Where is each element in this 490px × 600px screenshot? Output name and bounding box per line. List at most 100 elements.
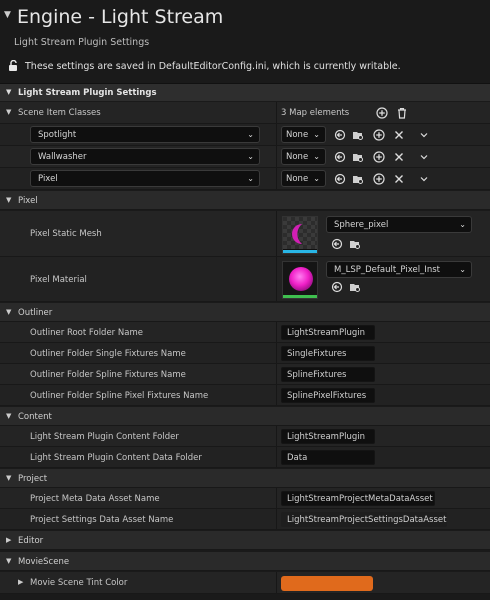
clear-icon[interactable] xyxy=(393,129,405,141)
content-data-folder-row: Light Stream Plugin Content Data Folder … xyxy=(0,447,490,468)
movie-scene-tint-row: ▶ Movie Scene Tint Color xyxy=(0,572,490,594)
combo-value: None xyxy=(286,152,309,162)
key-combo[interactable]: Spotlight ⌄ xyxy=(30,126,260,143)
chevron-down-icon: ⌄ xyxy=(459,265,466,274)
text-field[interactable]: SingleFixtures xyxy=(281,346,375,361)
category-editor[interactable]: ▶ Editor xyxy=(0,531,490,550)
category-label: Content xyxy=(18,412,52,422)
plus-circle-icon[interactable] xyxy=(373,151,385,163)
clear-icon[interactable] xyxy=(393,173,405,185)
unlocked-icon xyxy=(8,59,20,71)
text-field[interactable]: LightStreamProjectSettingsDataAsset xyxy=(281,512,447,527)
text-field[interactable]: SplineFixtures xyxy=(281,367,375,382)
combo-value: Sphere_pixel xyxy=(334,220,389,230)
category-label: Outliner xyxy=(18,308,53,318)
chevron-right-icon[interactable]: ▶ xyxy=(6,536,11,544)
use-selected-icon[interactable] xyxy=(331,281,343,293)
combo-value: None xyxy=(286,174,309,184)
text-field[interactable]: LightStreamProjectMetaDataAsset xyxy=(281,491,435,506)
project-settings-row: Project Settings Data Asset Name LightSt… xyxy=(0,509,490,530)
property-label: Outliner Folder Spline Fixtures Name xyxy=(30,370,186,380)
clear-icon[interactable] xyxy=(393,151,405,163)
category-project[interactable]: ▼ Project xyxy=(0,469,490,488)
property-label: Movie Scene Tint Color xyxy=(30,578,128,588)
chevron-down-icon: ⌄ xyxy=(459,220,466,229)
outliner-single-row: Outliner Folder Single Fixtures Name Sin… xyxy=(0,343,490,364)
chevron-down-icon: ⌄ xyxy=(313,152,320,161)
category-outliner[interactable]: ▼ Outliner xyxy=(0,303,490,322)
map-entry-1: Wallwasher ⌄ None ⌄ xyxy=(0,146,490,168)
property-label: Outliner Folder Single Fixtures Name xyxy=(30,349,186,359)
value-combo[interactable]: None ⌄ xyxy=(281,126,326,143)
category-label: MovieScene xyxy=(18,557,70,567)
chevron-down-icon[interactable]: ▼ xyxy=(6,557,11,565)
category-content[interactable]: ▼ Content xyxy=(0,407,490,426)
map-entry-0: Spotlight ⌄ None ⌄ xyxy=(0,124,490,146)
plus-circle-icon[interactable] xyxy=(373,173,385,185)
use-selected-icon[interactable] xyxy=(334,173,346,185)
browse-icon[interactable] xyxy=(352,129,364,141)
plus-circle-icon[interactable] xyxy=(376,107,388,119)
chevron-down-icon: ⌄ xyxy=(247,130,254,139)
static-mesh-combo[interactable]: Sphere_pixel ⌄ xyxy=(326,216,472,233)
category-moviescene[interactable]: ▼ MovieScene xyxy=(0,552,490,571)
chevron-right-icon[interactable]: ▶ xyxy=(18,578,23,586)
chevron-down-icon: ⌄ xyxy=(247,174,254,183)
category-pixel[interactable]: ▼ Pixel xyxy=(0,191,490,210)
property-label: Outliner Folder Spline Pixel Fixtures Na… xyxy=(30,391,209,401)
chevron-down-icon: ⌄ xyxy=(313,174,320,183)
browse-icon[interactable] xyxy=(349,238,361,250)
browse-icon[interactable] xyxy=(352,151,364,163)
plus-circle-icon[interactable] xyxy=(373,129,385,141)
page-title: Engine - Light Stream xyxy=(17,6,224,28)
property-label: Outliner Root Folder Name xyxy=(30,328,143,338)
chevron-down-icon[interactable]: ▼ xyxy=(6,474,11,482)
map-count: 3 Map elements xyxy=(281,108,350,118)
chevron-down-icon[interactable] xyxy=(418,129,430,141)
text-field[interactable]: LightStreamPlugin xyxy=(281,429,375,444)
browse-icon[interactable] xyxy=(352,173,364,185)
property-label: Project Meta Data Asset Name xyxy=(30,494,160,504)
key-combo[interactable]: Wallwasher ⌄ xyxy=(30,148,260,165)
browse-icon[interactable] xyxy=(349,281,361,293)
category-label: Editor xyxy=(18,536,44,546)
key-combo[interactable]: Pixel ⌄ xyxy=(30,170,260,187)
category-light-stream-plugin-settings[interactable]: ▼ Light Stream Plugin Settings xyxy=(0,83,490,101)
scene-item-classes-row: ▼ Scene Item Classes 3 Map elements xyxy=(0,102,490,124)
settings-header: ▼ Engine - Light Stream Light Stream Plu… xyxy=(0,0,490,80)
tint-color-swatch[interactable] xyxy=(281,576,373,591)
value-combo[interactable]: None ⌄ xyxy=(281,148,326,165)
chevron-down-icon[interactable]: ▼ xyxy=(6,412,11,420)
property-label: Project Settings Data Asset Name xyxy=(30,515,174,525)
chevron-down-icon[interactable]: ▼ xyxy=(6,308,11,316)
text-field[interactable]: LightStreamPlugin xyxy=(281,325,375,340)
trash-icon[interactable] xyxy=(396,107,408,119)
chevron-down-icon[interactable] xyxy=(418,151,430,163)
value-combo[interactable]: None ⌄ xyxy=(281,170,326,187)
category-label: Project xyxy=(18,474,48,484)
collapse-chevron-icon[interactable]: ▼ xyxy=(4,10,11,20)
pixel-material-row: Pixel Material M_LSP_Default_Pixel_Inst ⌄ xyxy=(0,257,490,302)
project-meta-row: Project Meta Data Asset Name LightStream… xyxy=(0,488,490,509)
use-selected-icon[interactable] xyxy=(331,238,343,250)
chevron-down-icon[interactable]: ▼ xyxy=(6,88,11,96)
outliner-root-row: Outliner Root Folder Name LightStreamPlu… xyxy=(0,322,490,343)
text-field[interactable]: SplinePixelFixtures xyxy=(281,388,375,403)
text-field[interactable]: Data xyxy=(281,450,375,465)
chevron-down-icon[interactable] xyxy=(418,173,430,185)
scene-item-classes-label: Scene Item Classes xyxy=(18,108,101,118)
chevron-down-icon[interactable]: ▼ xyxy=(6,108,11,116)
combo-value: M_LSP_Default_Pixel_Inst xyxy=(334,265,440,275)
material-combo[interactable]: M_LSP_Default_Pixel_Inst ⌄ xyxy=(326,261,472,278)
material-thumbnail[interactable] xyxy=(282,261,318,299)
chevron-down-icon[interactable]: ▼ xyxy=(6,196,11,204)
use-selected-icon[interactable] xyxy=(334,151,346,163)
pixel-static-mesh-row: Pixel Static Mesh Sphere_pixel ⌄ xyxy=(0,211,490,257)
content-folder-row: Light Stream Plugin Content Folder Light… xyxy=(0,426,490,447)
use-selected-icon[interactable] xyxy=(334,129,346,141)
mesh-thumbnail[interactable] xyxy=(282,216,318,254)
outliner-spline-row: Outliner Folder Spline Fixtures Name Spl… xyxy=(0,364,490,385)
config-notice: These settings are saved in DefaultEdito… xyxy=(25,61,401,72)
combo-value: Wallwasher xyxy=(38,152,87,162)
category-label: Light Stream Plugin Settings xyxy=(18,88,157,98)
